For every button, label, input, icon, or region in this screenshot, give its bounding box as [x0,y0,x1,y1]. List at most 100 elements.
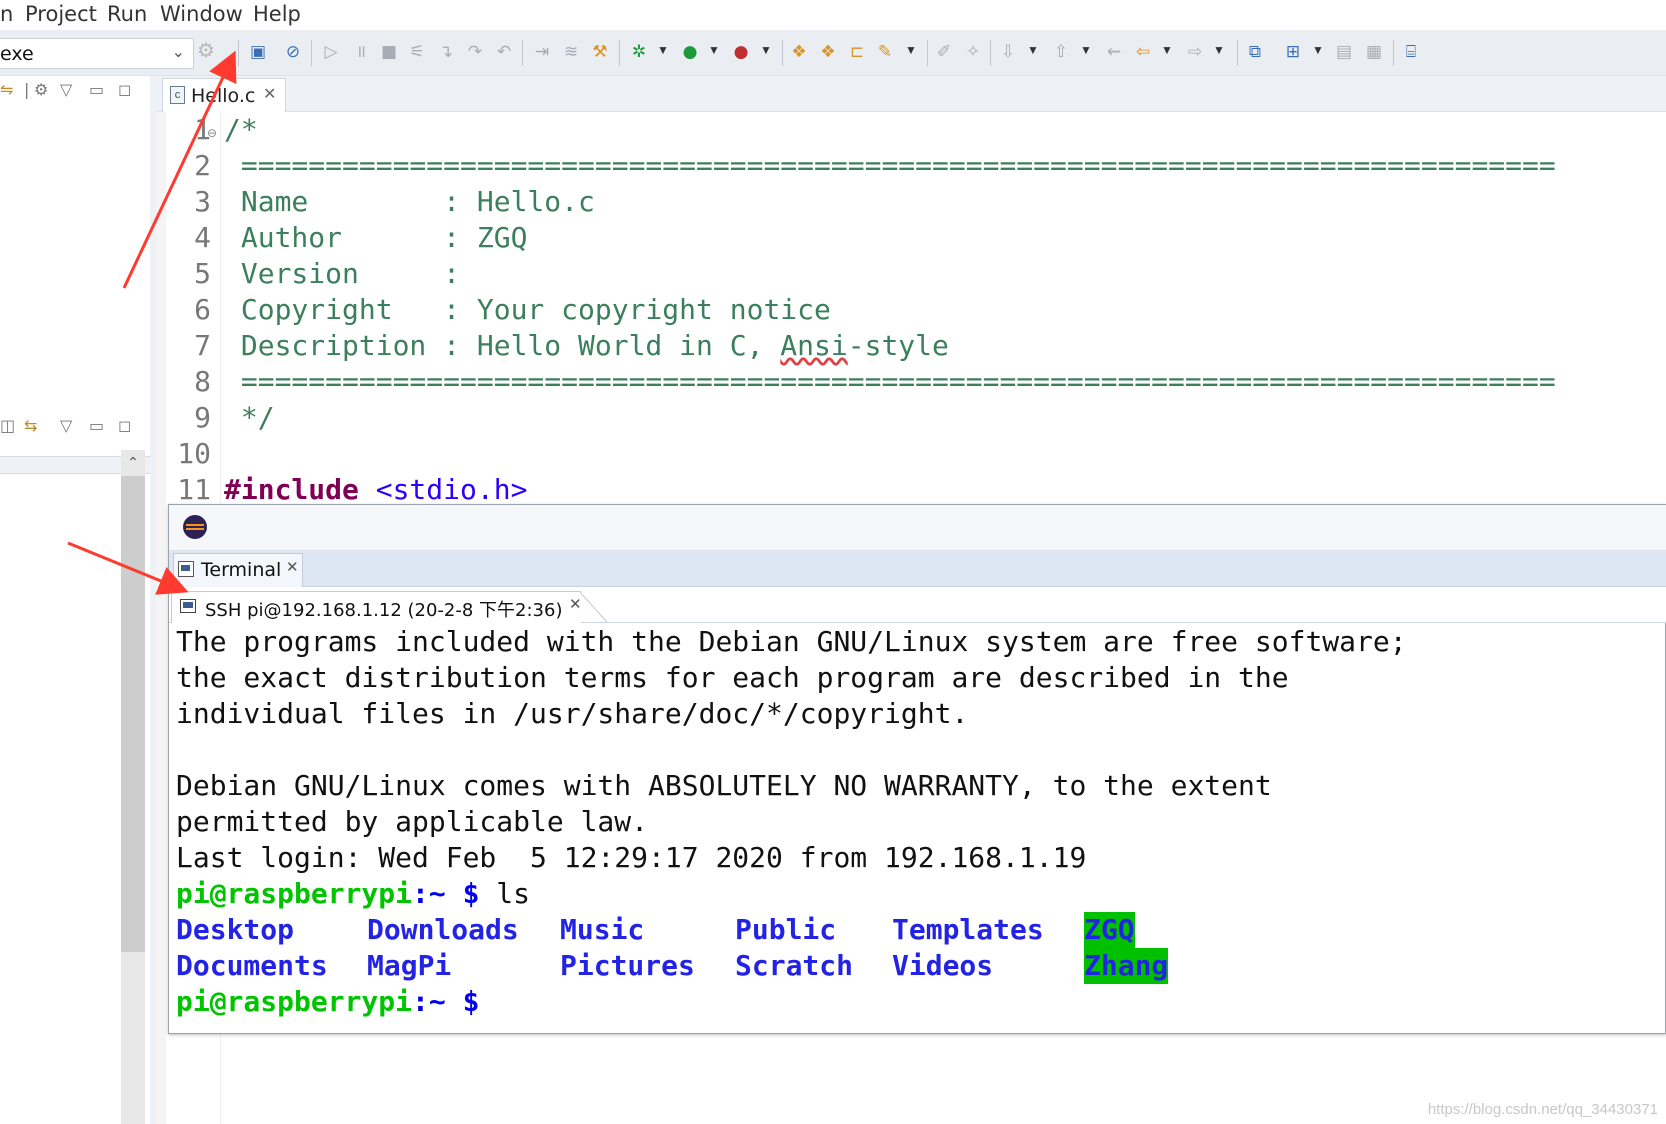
code-line: Name : Hello.c [224,185,595,218]
menu-item-navigate[interactable]: n [0,2,13,26]
editor-tab-label: Hello.c [191,85,256,107]
resume-icon[interactable]: ▷ [320,41,342,63]
maximize-icon[interactable]: ◻ [118,80,131,99]
terminal-line: individual files in /usr/share/doc/*/cop… [176,697,969,730]
back-icon[interactable]: ⇦ [1132,41,1154,63]
run-dropdown-icon[interactable]: ▼ [708,43,720,57]
terminal-prompt-line: pi@raspberrypi:~ $ ls [176,876,530,912]
prev-annotation-dropdown-icon[interactable]: ▼ [1080,43,1092,57]
toolbar-separator [311,40,312,66]
binary-icon[interactable]: ⌸ [1400,41,1422,63]
line-number: 2 [194,149,211,182]
ls-entry: Desktop [176,913,295,946]
line-number: 3 [194,185,211,218]
toolbar-separator [522,40,523,66]
tab-ssh-session[interactable]: SSH pi@192.168.1.12 (20-2-8 下午2:36) ✕ [171,591,582,623]
ls-entry-highlighted: ZGQ [1084,912,1135,948]
outline-header: ◫ ⇆ ▽ ▭ ◻ [0,412,150,442]
save-all-icon[interactable]: ▦ [1363,41,1385,63]
terminal-tab-label: Terminal [201,559,282,581]
step-into-icon[interactable]: ↴ [435,41,457,63]
line-number: 10 [177,437,211,470]
annotation-icon[interactable]: ✧ [962,41,984,63]
editor-tab-bar: c Hello.c ✕ [156,76,1666,112]
gear-icon[interactable]: ⚙ [197,38,215,63]
outline-view-icon[interactable]: ◫ [0,416,15,435]
ls-entry: Music [560,913,645,946]
debug-icon[interactable]: ✲ [628,41,650,63]
minimize-icon[interactable]: ▭ [89,416,104,435]
terminal-window-titlebar[interactable] [169,505,1666,551]
skip-breakpoints-icon[interactable]: ⊘ [282,41,304,63]
perspective-dropdown-icon[interactable]: ▼ [1312,43,1324,57]
perspective-icon[interactable]: ⊞ [1282,41,1304,63]
next-annotation-dropdown-icon[interactable]: ▼ [1027,43,1039,57]
terminal-session-icon [180,599,196,613]
use-step-filters-icon[interactable]: ≋ [560,41,582,63]
line-number: 9 [194,401,211,434]
menu-item-window[interactable]: Window [160,2,243,26]
minimize-icon[interactable]: ▭ [89,80,104,99]
run-icon[interactable]: ● [679,41,701,63]
view-menu-icon[interactable]: ▽ [60,80,72,99]
search-icon[interactable]: ✎ [874,41,896,63]
maximize-icon[interactable]: ◻ [118,416,131,435]
step-over-icon[interactable]: ↷ [464,41,486,63]
code-line: Author : ZGQ [224,221,528,254]
eclipse-logo-icon [183,515,207,539]
menu-item-project[interactable]: Project [25,2,97,26]
step-return-icon[interactable]: ↶ [493,41,515,63]
build-icon[interactable]: ⚒ [589,41,611,63]
launch-config-combo[interactable]: exe ⌄ [0,38,194,69]
link-with-editor-icon[interactable]: ⇋ [0,80,13,99]
debug-dropdown-icon[interactable]: ▼ [657,43,669,57]
ls-entry: Public [735,913,837,946]
open-terminal-icon[interactable]: ▣ [247,41,269,63]
ls-entry: Videos [892,949,994,982]
suspend-icon[interactable]: ॥ [350,41,372,63]
prev-annotation-icon[interactable]: ⇧ [1050,41,1072,63]
toolbar-separator [990,40,991,66]
last-edit-icon[interactable]: ⇜ [1103,41,1125,63]
tab-terminal[interactable]: Terminal ✕ [173,553,303,587]
line-number: 5 [194,257,211,290]
new-project-icon[interactable]: ❖ [788,41,810,63]
terminate-icon[interactable]: ■ [378,41,400,63]
view-menu-icon[interactable]: ▽ [60,416,72,435]
code-line: ========================================… [224,149,1556,182]
open-type-icon[interactable]: ❖ [817,41,839,63]
tab-hello-c[interactable]: c Hello.c ✕ [162,78,286,112]
include-keyword: #include [224,473,359,506]
scroll-up-icon[interactable]: ⌃ [121,450,145,474]
code-line: */ [224,401,275,434]
new-window-icon[interactable]: ⧉ [1244,41,1266,63]
save-icon[interactable]: ▤ [1333,41,1355,63]
menu-item-run[interactable]: Run [107,2,147,26]
close-icon[interactable]: ✕ [286,558,299,576]
open-folder-icon[interactable]: ⊏ [846,41,868,63]
back-dropdown-icon[interactable]: ▼ [1161,43,1173,57]
close-icon[interactable]: ✕ [263,84,276,104]
sync-icon[interactable]: ⇆ [24,416,37,435]
external-tools-icon[interactable]: ● [730,41,752,63]
search-dropdown-icon[interactable]: ▼ [905,43,917,57]
edit-icon[interactable]: ✐ [933,41,955,63]
include-target: <stdio.h> [358,473,528,506]
external-tools-dropdown-icon[interactable]: ▼ [760,43,772,57]
prompt-sign: $ [445,877,480,910]
next-annotation-icon[interactable]: ⇩ [997,41,1019,63]
prompt-user-host: pi@raspberrypi [176,877,413,910]
line-number: 6 [194,293,211,326]
code-line: #include <stdio.h> [224,472,527,508]
code-segment: -style [847,329,949,362]
forward-dropdown-icon[interactable]: ▼ [1213,43,1225,57]
filter-icon[interactable]: ⚙ [34,80,48,99]
terminal-output[interactable]: The programs included with the Debian GN… [176,624,1656,1024]
disconnect-icon[interactable]: ⚟ [406,41,428,63]
terminal-view-tabbar: Terminal ✕ [169,551,1666,587]
forward-icon[interactable]: ⇨ [1184,41,1206,63]
menu-item-help[interactable]: Help [253,2,301,26]
left-scrollbar-thumb[interactable] [121,476,145,952]
terminal-line: Debian GNU/Linux comes with ABSOLUTELY N… [176,769,1272,802]
drop-to-frame-icon[interactable]: ⇥ [531,41,553,63]
